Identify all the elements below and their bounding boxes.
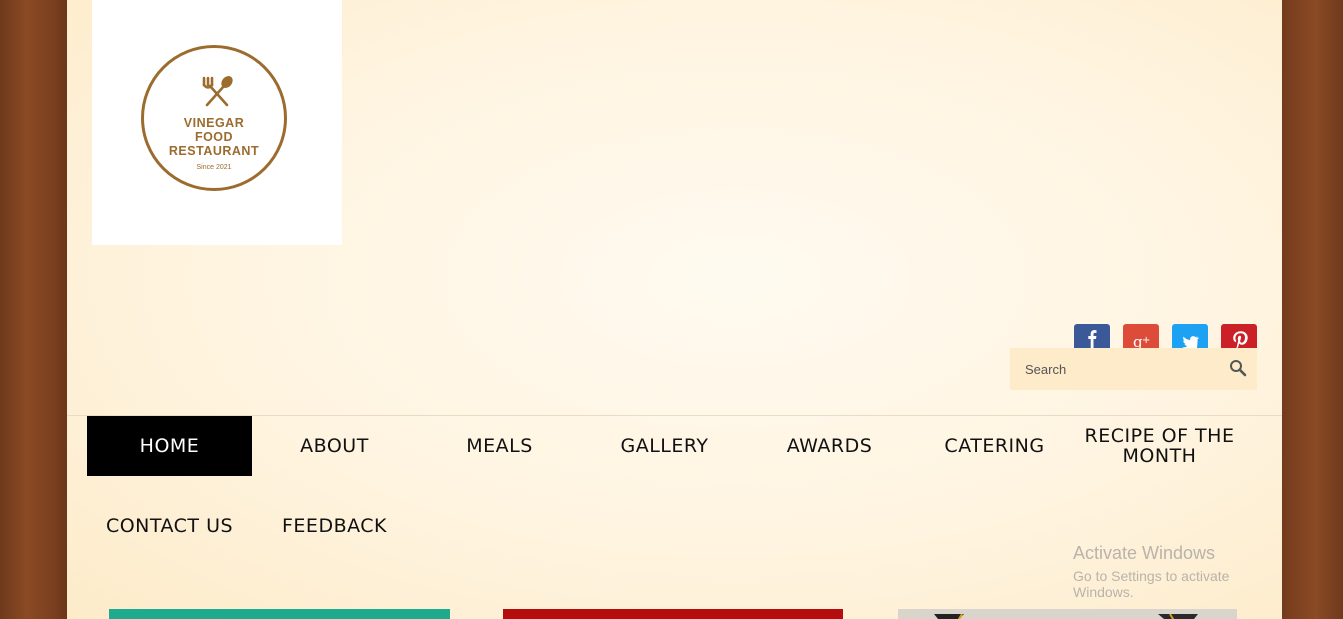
feature-card-3[interactable] bbox=[898, 609, 1237, 619]
nav-meals[interactable]: MEALS bbox=[417, 416, 582, 476]
search-input[interactable] bbox=[1010, 348, 1225, 390]
nav-contact-us[interactable]: CONTACT US bbox=[87, 496, 252, 556]
logo-badge: VINEGAR FOOD RESTAURANT Since 2021 bbox=[141, 45, 287, 191]
google-plus-icon: g + bbox=[1133, 333, 1150, 348]
feature-card-3-image bbox=[934, 613, 1198, 619]
windows-activation-subtitle: Go to Settings to activate Windows. bbox=[1073, 568, 1230, 600]
facebook-link[interactable] bbox=[1074, 324, 1110, 348]
feature-card-2[interactable] bbox=[503, 609, 843, 619]
nav-awards[interactable]: AWARDS bbox=[747, 416, 912, 476]
nav-gallery[interactable]: GALLERY bbox=[582, 416, 747, 476]
logo-line-2: FOOD bbox=[194, 130, 234, 144]
twitter-icon bbox=[1182, 336, 1199, 348]
logo-since: Since 2021 bbox=[196, 164, 232, 171]
svg-text:+: + bbox=[1142, 335, 1150, 346]
site-logo[interactable]: VINEGAR FOOD RESTAURANT Since 2021 bbox=[92, 0, 342, 245]
nav-catering[interactable]: CATERING bbox=[912, 416, 1077, 476]
nav-home[interactable]: HOME bbox=[87, 416, 252, 476]
feature-card-1[interactable] bbox=[109, 609, 450, 619]
pinterest-link[interactable] bbox=[1221, 324, 1257, 348]
page-container: VINEGAR FOOD RESTAURANT Since 2021 g + S… bbox=[67, 0, 1282, 619]
google-plus-link[interactable]: g + bbox=[1123, 324, 1159, 348]
logo-line-3: RESTAURANT bbox=[168, 144, 260, 158]
fork-spoon-icon bbox=[202, 76, 233, 107]
search-box bbox=[1010, 348, 1257, 390]
twitter-link[interactable] bbox=[1172, 324, 1208, 348]
windows-activation-title: Activate Windows bbox=[1073, 543, 1216, 563]
logo-text: VINEGAR FOOD RESTAURANT bbox=[144, 116, 284, 158]
nav-about[interactable]: ABOUT bbox=[252, 416, 417, 476]
search-icon[interactable] bbox=[1229, 359, 1247, 377]
facebook-icon bbox=[1088, 330, 1097, 348]
nav-recipe-of-the-month[interactable]: RECIPE OF THE MONTH bbox=[1077, 416, 1242, 476]
nav-feedback[interactable]: FEEDBACK bbox=[252, 496, 417, 556]
pinterest-icon bbox=[1233, 331, 1248, 348]
logo-line-1: VINEGAR bbox=[183, 116, 245, 130]
